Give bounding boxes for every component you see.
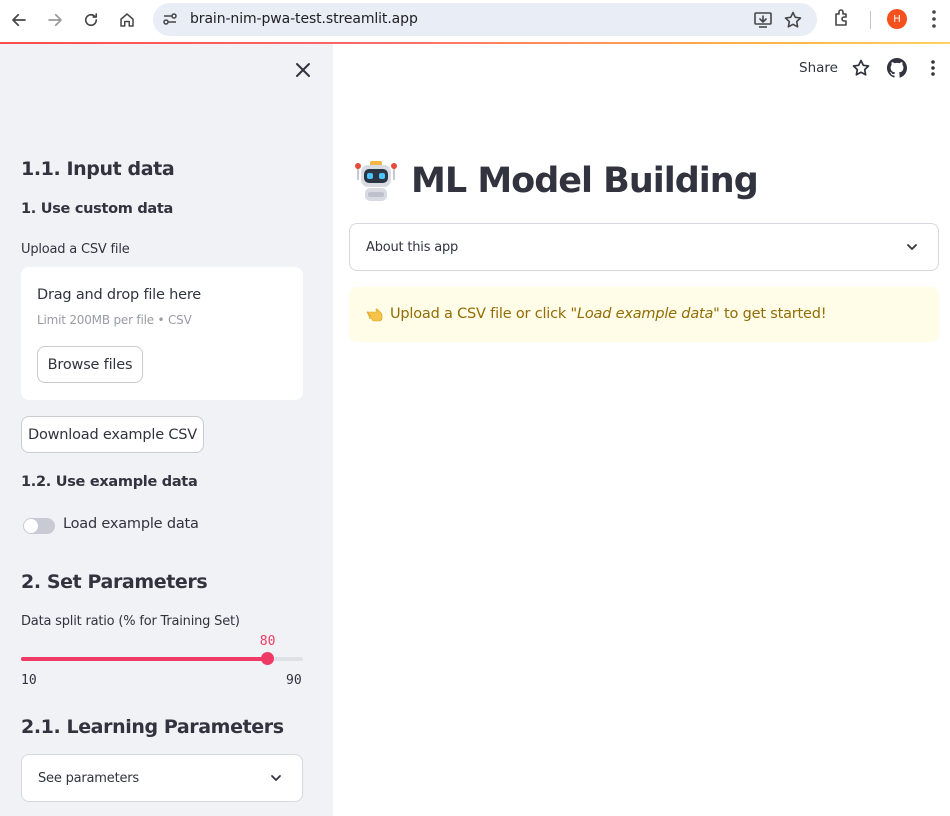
info-text-emphasis: "Load example data": [570, 306, 720, 322]
input-data-heading: 1.1. Input data: [21, 158, 175, 180]
file-dropzone[interactable]: Drag and drop file here Limit 200MB per …: [21, 267, 303, 400]
home-icon[interactable]: [113, 6, 141, 34]
chevron-down-icon: [907, 244, 917, 250]
back-icon[interactable]: [5, 6, 33, 34]
load-example-label[interactable]: Load example data: [63, 516, 199, 532]
sidebar: 1.1. Input data 1. Use custom data Uploa…: [0, 44, 333, 816]
pointing-hand-icon: [366, 308, 383, 322]
bookmark-star-icon[interactable]: [783, 10, 803, 30]
url-text[interactable]: brain-nim-pwa-test.streamlit.app: [190, 11, 418, 27]
info-text: Upload a CSV file or click "Load example…: [390, 306, 827, 322]
dropzone-subtitle: Limit 200MB per file • CSV: [37, 313, 192, 327]
custom-data-heading: 1. Use custom data: [21, 201, 174, 217]
title-row: ML Model Building: [353, 158, 759, 204]
extensions-icon[interactable]: [832, 8, 852, 28]
chevron-down-icon: [271, 775, 281, 781]
example-data-heading: 1.2. Use example data: [21, 474, 198, 490]
github-icon[interactable]: [887, 58, 907, 78]
address-bar[interactable]: brain-nim-pwa-test.streamlit.app: [153, 3, 817, 36]
toolbar-divider: [870, 11, 871, 29]
reload-icon[interactable]: [77, 6, 105, 34]
set-parameters-heading: 2. Set Parameters: [21, 571, 208, 593]
browse-files-button[interactable]: Browse files: [37, 346, 143, 383]
browser-chrome: brain-nim-pwa-test.streamlit.app H: [0, 0, 950, 44]
about-label: About this app: [366, 240, 459, 255]
robot-icon: [355, 161, 397, 201]
main-content: Share ML Model Building About this app U…: [333, 44, 950, 816]
see-parameters-label: See parameters: [38, 771, 139, 786]
see-parameters-expander[interactable]: See parameters: [21, 754, 303, 802]
profile-avatar[interactable]: H: [887, 9, 907, 29]
close-sidebar-icon[interactable]: [293, 60, 313, 80]
slider-thumb[interactable]: [261, 652, 275, 665]
load-example-toggle[interactable]: [23, 518, 55, 534]
site-info-icon[interactable]: [162, 11, 178, 27]
info-text-prefix: Upload a CSV file or click: [390, 306, 571, 322]
forward-icon[interactable]: [41, 6, 69, 34]
dropzone-title: Drag and drop file here: [37, 287, 202, 303]
download-example-button[interactable]: Download example CSV: [21, 416, 204, 453]
slider-min-label: 10: [21, 673, 37, 688]
split-ratio-slider[interactable]: [21, 652, 303, 665]
toggle-knob: [24, 519, 38, 533]
browser-menu-icon[interactable]: [924, 8, 944, 30]
upload-label: Upload a CSV file: [21, 242, 130, 257]
slider-max-label: 90: [286, 673, 302, 688]
info-alert: Upload a CSV file or click "Load example…: [349, 287, 939, 342]
page-title: ML Model Building: [411, 161, 759, 201]
main-menu-icon[interactable]: [923, 58, 943, 78]
install-app-icon[interactable]: [753, 10, 773, 30]
info-text-suffix: to get started!: [719, 306, 827, 322]
star-icon[interactable]: [851, 58, 871, 78]
slider-value-label: 80: [259, 634, 276, 649]
learning-parameters-heading: 2.1. Learning Parameters: [21, 716, 284, 738]
share-button[interactable]: Share: [799, 60, 838, 76]
slider-fill: [21, 657, 268, 661]
split-ratio-label: Data split ratio (% for Training Set): [21, 614, 240, 629]
about-expander[interactable]: About this app: [349, 223, 939, 271]
